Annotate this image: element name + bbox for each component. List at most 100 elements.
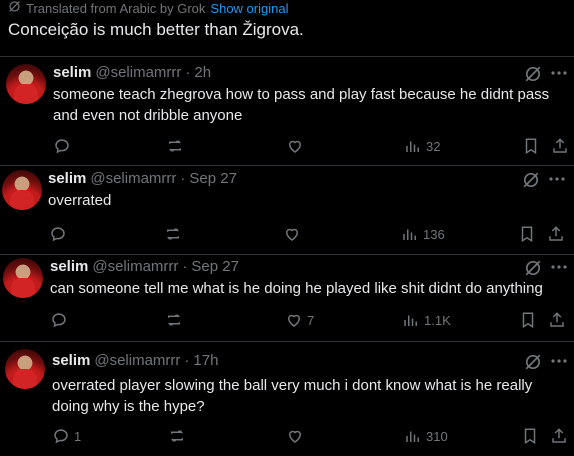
author-name[interactable]: selim — [50, 258, 88, 275]
bookmark-button[interactable] — [521, 427, 539, 445]
action-bar: 1 310 — [0, 427, 574, 447]
avatar[interactable] — [3, 258, 43, 298]
share-button[interactable] — [550, 427, 568, 445]
timestamp[interactable]: 17h — [193, 352, 218, 369]
view-count: 310 — [426, 428, 448, 444]
more-options-icon[interactable] — [550, 352, 568, 370]
reply-text: overrated — [48, 192, 112, 209]
reply-count: 1 — [74, 428, 82, 444]
reply-button[interactable] — [49, 225, 71, 243]
author-handle[interactable]: @selimamrrr — [95, 64, 181, 81]
bookmark-button[interactable] — [518, 225, 536, 243]
repost-button[interactable] — [165, 311, 187, 329]
action-bar: 136 — [0, 225, 574, 245]
share-icon — [552, 428, 566, 443]
grok-icon[interactable] — [524, 353, 542, 371]
divider — [0, 165, 574, 166]
reply-header: selim @selimamrrr · 17h — [52, 352, 218, 369]
bookmark-icon — [525, 138, 537, 155]
translation-bar: Translated from Arabic by Grok Show orig… — [8, 0, 288, 16]
view-count: 1.1K — [424, 312, 451, 328]
separator-dot: · — [184, 352, 190, 369]
repost-icon — [169, 140, 181, 152]
author-handle[interactable]: @selimamrrr — [90, 170, 176, 187]
grok-translate-icon — [8, 0, 21, 16]
author-name[interactable]: selim — [53, 64, 91, 81]
timestamp[interactable]: 2h — [194, 64, 211, 81]
view-count: 32 — [426, 138, 441, 154]
views-button[interactable]: 32 — [404, 137, 440, 155]
like-button[interactable] — [286, 427, 308, 445]
reply-text: overrated player slowing the ball very m… — [52, 377, 533, 415]
reply-button[interactable] — [50, 311, 72, 329]
bookmark-button[interactable] — [522, 137, 540, 155]
avatar[interactable] — [5, 349, 45, 389]
reply-text: can someone tell me what is he doing he … — [50, 280, 543, 297]
grok-icon[interactable] — [522, 171, 540, 189]
grok-icon[interactable] — [524, 259, 542, 277]
more-options-icon[interactable] — [550, 64, 568, 82]
views-button[interactable]: 310 — [404, 427, 448, 445]
author-name[interactable]: selim — [52, 352, 90, 369]
avatar[interactable] — [6, 64, 46, 104]
heart-icon — [287, 314, 301, 327]
views-icon — [404, 315, 417, 326]
show-original-link[interactable]: Show original — [210, 1, 288, 16]
reply-header: selim @selimamrrr · Sep 27 — [50, 258, 239, 275]
view-count: 136 — [423, 226, 445, 242]
reply-text: someone teach zhegrova how to pass and p… — [53, 86, 550, 124]
separator-dot: · — [180, 170, 186, 187]
author-handle[interactable]: @selimamrrr — [94, 352, 180, 369]
action-bar: 7 1.1K — [0, 311, 574, 331]
bookmark-button[interactable] — [519, 311, 537, 329]
repost-button[interactable] — [166, 137, 188, 155]
more-options-icon[interactable] — [550, 258, 568, 276]
post-text: Conceição is much better than Žigrova. — [8, 20, 304, 39]
separator-dot: · — [185, 64, 191, 81]
grok-icon[interactable] — [524, 65, 542, 83]
share-icon — [550, 312, 564, 327]
timestamp[interactable]: Sep 27 — [189, 170, 237, 187]
author-handle[interactable]: @selimamrrr — [92, 258, 178, 275]
repost-button[interactable] — [164, 225, 186, 243]
like-button[interactable]: 7 — [285, 311, 314, 329]
bookmark-icon — [521, 226, 533, 243]
more-options-icon[interactable] — [548, 170, 566, 188]
share-button[interactable] — [548, 311, 566, 329]
heart-icon — [285, 228, 299, 241]
share-button[interactable] — [547, 225, 565, 243]
reply-header: selim @selimamrrr · 2h — [53, 64, 211, 81]
repost-button[interactable] — [168, 427, 190, 445]
bookmark-icon — [522, 312, 534, 329]
views-button[interactable]: 136 — [401, 225, 445, 243]
reply-button[interactable] — [53, 137, 75, 155]
views-icon — [406, 431, 419, 442]
avatar[interactable] — [2, 170, 42, 210]
like-button[interactable] — [286, 137, 308, 155]
divider — [0, 56, 574, 57]
action-bar: 32 — [0, 137, 574, 157]
timestamp[interactable]: Sep 27 — [191, 258, 239, 275]
translation-label: Translated from Arabic by Grok — [26, 0, 206, 16]
reply-button[interactable]: 1 — [52, 427, 81, 445]
repost-icon — [167, 228, 179, 240]
like-count: 7 — [307, 312, 315, 328]
reply-icon — [52, 313, 66, 328]
separator-dot: · — [182, 258, 188, 275]
views-icon — [403, 229, 416, 240]
share-button[interactable] — [551, 137, 569, 155]
bookmark-icon — [524, 428, 536, 445]
reply-icon — [55, 139, 69, 154]
divider — [0, 254, 574, 255]
divider — [0, 341, 574, 342]
like-button[interactable] — [283, 225, 305, 243]
reply-header: selim @selimamrrr · Sep 27 — [48, 170, 237, 187]
views-icon — [406, 141, 419, 152]
share-icon — [553, 138, 567, 153]
author-name[interactable]: selim — [48, 170, 86, 187]
share-icon — [549, 226, 563, 241]
heart-icon — [288, 430, 302, 443]
repost-icon — [168, 314, 180, 326]
heart-icon — [288, 140, 302, 153]
views-button[interactable]: 1.1K — [402, 311, 451, 329]
